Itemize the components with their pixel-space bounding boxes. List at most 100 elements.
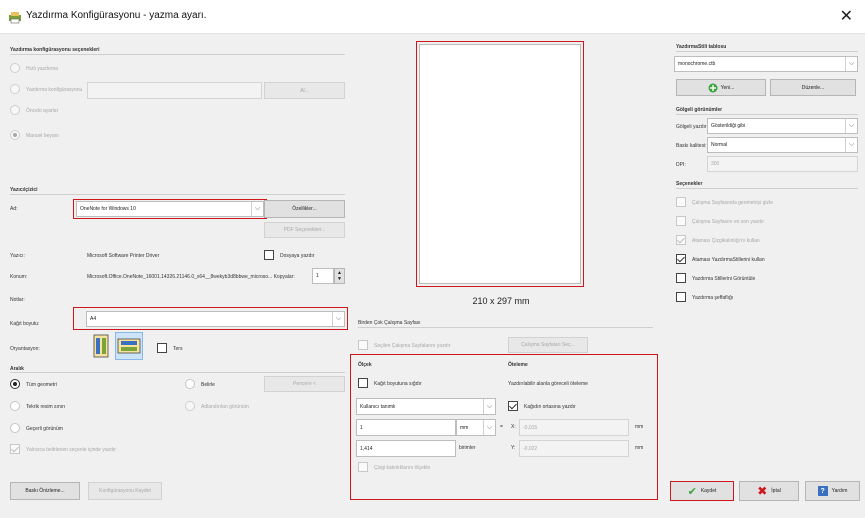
divider — [10, 54, 345, 55]
radio-specify[interactable] — [185, 379, 195, 389]
plotter-label: Yazıcı: — [10, 253, 25, 259]
radio-current-view[interactable] — [10, 423, 20, 433]
edit-style-button[interactable]: Düzenle... — [770, 79, 856, 96]
radio-label: Tüm geometri — [26, 382, 57, 388]
scale-dropdown[interactable]: Kullanıcı tanımlı ⌵ — [356, 398, 496, 415]
portrait-icon[interactable] — [91, 334, 111, 358]
x-icon: ✖ — [757, 484, 768, 498]
option-label: Çalışma Sayfasında geometriyi gizle — [692, 200, 773, 206]
option-checkbox[interactable] — [676, 216, 686, 226]
new-style-button[interactable]: Yeni... — [676, 79, 766, 96]
chevron-down-icon: ⌵ — [845, 138, 857, 152]
scale-input-2[interactable]: 1,414 — [356, 440, 456, 457]
fit-to-paper-label: Kağıt boyutuna sığdır — [374, 381, 422, 387]
dialog-body: Yazdırma konfigürasyonu seçenekleri Hızl… — [0, 34, 865, 518]
dpi-input[interactable]: 300 — [707, 156, 858, 172]
quality-dropdown[interactable]: Normal ⌵ — [707, 137, 858, 153]
style-table-title: YazdırmaStili tablosu — [676, 44, 727, 50]
config-section-title: Yazdırma konfigürasyonu seçenekleri — [10, 47, 100, 53]
help-icon: ? — [817, 486, 828, 496]
radio-quick-print[interactable] — [10, 63, 20, 73]
save-config-button[interactable]: Konfigürasyonu Kaydet — [88, 482, 162, 500]
add-circle-icon — [708, 83, 718, 92]
notes-label: Notlar: — [10, 297, 25, 303]
option-checkbox[interactable] — [676, 292, 686, 302]
shaded-print-value: Gösterildiği gibi — [711, 123, 746, 129]
center-plot-label: Kağıdın ortasına yazdır — [524, 404, 576, 410]
shaded-print-dropdown[interactable]: Gösterildiği gibi ⌵ — [707, 118, 858, 134]
radio-label: Manuel beyanı — [26, 133, 59, 139]
new-style-label: Yeni... — [720, 84, 735, 91]
selected-sheets-checkbox[interactable] — [358, 340, 368, 350]
config-name-field[interactable] — [87, 82, 262, 99]
scale-lineweights-label: Çizgi kalınlıklarını ölçekle — [374, 465, 431, 471]
printer-dropdown[interactable]: OneNote for Windows 10 ⌵ — [76, 201, 264, 217]
radio-print-config[interactable] — [10, 84, 20, 94]
option-checkbox[interactable] — [676, 273, 686, 283]
multi-sheet-title: Birden Çok Çalışma Sayfası — [358, 320, 421, 326]
radio-label: Belirle — [201, 382, 215, 388]
option-checkbox[interactable] — [676, 235, 686, 245]
copies-spinner[interactable]: ▲ ▼ — [334, 268, 345, 284]
window-button[interactable]: Pencere < — [264, 376, 345, 392]
offset-x-label: X: — [511, 424, 516, 430]
radio-label: Hızlı yazdırma — [26, 66, 58, 72]
chevron-down-icon: ⌵ — [845, 119, 857, 133]
style-table-dropdown[interactable]: monochrome.ctb ⌵ — [674, 56, 858, 72]
help-button[interactable]: ? Yardım — [805, 481, 860, 501]
shaded-print-label: Gölgeli yazdır: — [676, 124, 708, 130]
select-sheets-button[interactable]: Çalışma Sayfaları Seç... — [508, 337, 588, 353]
only-selected-checkbox[interactable] — [10, 444, 20, 454]
options-section-title: Seçenekler — [676, 181, 703, 187]
copies-field[interactable]: 1 — [312, 268, 334, 284]
close-icon[interactable]: ✕ — [840, 6, 853, 26]
radio-drawing-limits[interactable] — [10, 401, 20, 411]
only-selected-label: Yalnızca belirlenen seçenle içinde yazdı… — [26, 447, 116, 453]
option-label: Yazdırma Stillerini Görüntüle — [692, 276, 756, 282]
add-config-button[interactable]: Al... — [264, 82, 345, 99]
title-bar: Yazdırma Konfigürasyonu - yazma ayarı. ✕ — [0, 0, 865, 34]
offset-section-title: Öteleme — [508, 362, 528, 368]
paper-size-dropdown[interactable]: A4 ⌵ — [86, 311, 345, 327]
location-value: Microsoft.Office.OneNote_16001.14326.211… — [87, 274, 295, 280]
radio-named-view[interactable] — [185, 401, 195, 411]
landscape-icon[interactable] — [117, 337, 141, 355]
scale-section-title: Ölçek — [358, 362, 372, 368]
option-checkbox[interactable] — [676, 197, 686, 207]
ok-button[interactable]: ✔ Kaydet — [670, 481, 734, 501]
help-label: Yardım — [831, 488, 848, 494]
chevron-down-icon: ⌵ — [483, 420, 495, 435]
radio-previous[interactable] — [10, 105, 20, 115]
selected-sheets-label: Seçilen Çalışma Sayfalarını yazdır — [374, 343, 451, 349]
style-table-value: monochrome.ctb — [678, 61, 716, 67]
print-to-file-label: Dosyaya yazdır — [280, 253, 315, 259]
print-to-file-checkbox[interactable] — [264, 250, 274, 260]
center-plot-checkbox[interactable] — [508, 401, 518, 411]
scale-lineweights-checkbox[interactable] — [358, 462, 368, 472]
cancel-label: İptal — [771, 488, 781, 494]
app-icon — [9, 12, 21, 24]
offset-x-unit: mm — [635, 424, 644, 430]
location-label: Konum: — [10, 274, 28, 280]
offset-y-label: Y: — [511, 445, 516, 451]
offset-x-input[interactable]: -0,015 — [519, 419, 629, 436]
reverse-checkbox[interactable] — [157, 343, 167, 353]
print-preview-button[interactable]: Baskı Önizleme... — [10, 482, 80, 500]
chevron-down-icon: ⌵ — [483, 399, 495, 414]
fit-to-paper-checkbox[interactable] — [358, 378, 368, 388]
properties-button[interactable]: Özellikler... — [264, 200, 345, 218]
option-checkbox[interactable] — [676, 254, 686, 264]
radio-manual[interactable] — [10, 130, 20, 140]
offset-y-input[interactable]: -0,022 — [519, 440, 629, 457]
scale-input-1[interactable]: 1 — [356, 419, 456, 436]
reverse-label: Ters — [173, 346, 183, 352]
pdf-options-button[interactable]: PDF Seçenekleri... — [264, 222, 345, 238]
equals-sign: = — [500, 424, 503, 430]
quality-value: Normal — [711, 142, 728, 148]
divider — [676, 51, 858, 52]
printer-dropdown-value: OneNote for Windows 10 — [80, 206, 136, 212]
radio-all-geometry[interactable] — [10, 379, 20, 389]
chevron-down-icon: ⌵ — [251, 202, 263, 216]
cancel-button[interactable]: ✖ İptal — [739, 481, 799, 501]
scale-unit-dropdown[interactable]: mm ⌵ — [456, 419, 496, 436]
